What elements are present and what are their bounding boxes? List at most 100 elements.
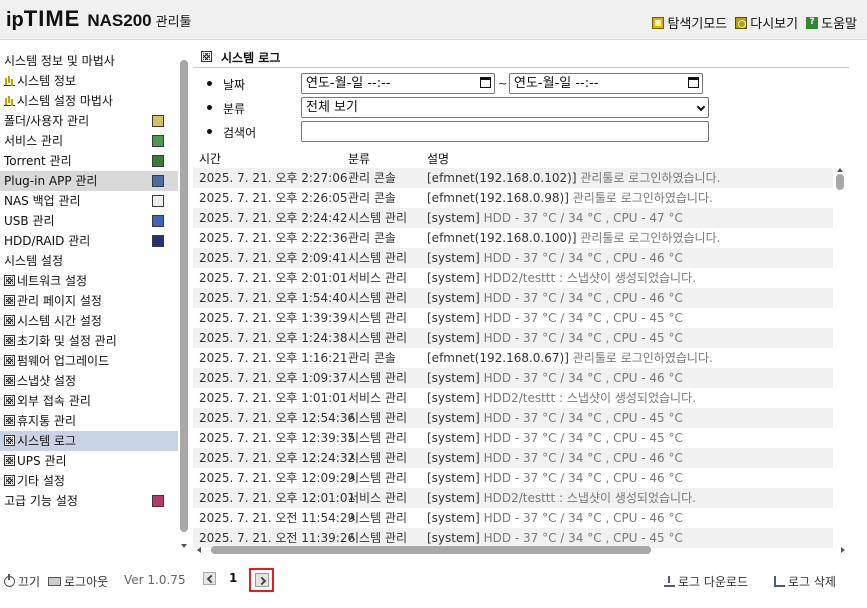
sidebar-item[interactable]: HDD/RAID 관리 <box>0 231 178 251</box>
log-source-tag: [system] <box>427 411 480 425</box>
log-vertical-scroll-thumb[interactable] <box>836 174 844 190</box>
sidebar-item[interactable]: USB 관리 <box>0 211 178 231</box>
log-message-text: HDD - 37 °C / 34 °C , CPU - 47 °C <box>479 211 683 225</box>
log-message-text: HDD - 37 °C / 34 °C , CPU - 46 °C <box>479 291 683 305</box>
log-time-cell: 2025. 7. 21. 오후 12:54:36 <box>199 411 356 425</box>
category-filter-row: 분류 전체 보기 <box>193 96 853 120</box>
log-description-cell: [efmnet(192.168.0.98)] 관리툴로 로그인하였습니다. <box>427 188 713 208</box>
category-select[interactable]: 전체 보기 <box>301 97 709 118</box>
sidebar-item[interactable]: 스냅샷 설정 <box>0 371 178 391</box>
sidebar-item[interactable]: Plug-in APP 관리 <box>0 171 178 191</box>
log-category-cell: 시스템 관리 <box>348 311 408 325</box>
log-source-tag: [system] <box>427 511 480 525</box>
log-category-cell: 서비스 관리 <box>348 491 408 505</box>
log-description-cell: [system] HDD - 37 °C / 34 °C , CPU - 46 … <box>427 248 683 268</box>
sidebar-scroll-down-icon[interactable] <box>181 544 187 548</box>
shutdown-button[interactable]: 끄기 <box>4 573 40 590</box>
log-horizontal-scroll-thumb[interactable] <box>211 546 651 554</box>
log-category-cell: 시스템 관리 <box>348 511 408 525</box>
refresh-label: 다시보기 <box>750 17 799 32</box>
log-description-cell: [efmnet(192.168.0.67)] 관리툴로 로그인하였습니다. <box>427 348 713 368</box>
log-source-tag: [system] <box>427 251 480 265</box>
sidebar-item[interactable]: 시스템 로그 <box>0 431 178 451</box>
sidebar-item[interactable]: 서비스 관리 <box>0 131 178 151</box>
table-row: 2025. 7. 21. 오후 12:09:29 시스템 관리 [system] H… <box>193 468 833 488</box>
logo-time: TIME <box>23 6 81 31</box>
log-time-cell: 2025. 7. 21. 오후 1:16:21 <box>199 351 348 365</box>
sidebar-item[interactable]: 시스템 설정 마법사 <box>0 91 178 111</box>
log-description-cell: [system] HDD2/testtt : 스냅샷이 생성되었습니다. <box>427 268 696 288</box>
scroll-right-icon[interactable] <box>841 547 845 553</box>
log-delete-button[interactable]: 로그 삭제 <box>774 573 836 590</box>
sidebar-scrollbar[interactable] <box>179 54 189 548</box>
sidebar-item[interactable]: 시스템 설정 <box>0 251 178 271</box>
log-source-tag: [system] <box>427 471 480 485</box>
log-source-tag: [efmnet(192.168.0.102)] <box>427 171 577 185</box>
sidebar-item-label: 펌웨어 업그레이드 <box>17 354 110 368</box>
sidebar: 시스템 정보 및 마법사 시스템 정보 시스템 설정 마법사 폴더/사용자 관리 서비스… <box>0 48 192 556</box>
log-message-text: HDD - 37 °C / 34 °C , CPU - 46 °C <box>479 451 683 465</box>
date-from-input[interactable]: 연도-월-일 --:-- <box>301 73 495 94</box>
grid-box-icon <box>4 335 15 346</box>
table-row: 2025. 7. 21. 오후 1:01:01 서비스 관리 [system] HD… <box>193 388 833 408</box>
calendar-icon[interactable] <box>688 77 699 88</box>
sidebar-item[interactable]: 외부 접속 관리 <box>0 391 178 411</box>
log-vertical-scrollbar[interactable] <box>834 168 846 546</box>
sidebar-item-label: 네트워크 설정 <box>17 274 88 288</box>
grid-box-icon <box>4 355 15 366</box>
explorer-mode-link[interactable]: 탐색기모드 <box>652 13 727 32</box>
date-to-input[interactable]: 연도-월-일 --:-- <box>509 73 703 94</box>
log-category-cell: 시스템 관리 <box>348 431 408 445</box>
sidebar-item-label: 고급 기능 설정 <box>4 494 78 508</box>
table-row: 2025. 7. 21. 오후 1:39:39 시스템 관리 [system] HD… <box>193 308 833 328</box>
col-category-header[interactable]: 분류 <box>348 150 370 167</box>
table-row: 2025. 7. 21. 오후 2:27:06 관리 콘솔 [efmnet(192.… <box>193 168 833 188</box>
scroll-up-icon[interactable] <box>837 168 843 172</box>
logout-button[interactable]: 로그아웃 <box>48 573 108 590</box>
sidebar-item[interactable]: NAS 백업 관리 <box>0 191 178 211</box>
sidebar-item[interactable]: 관리 페이지 설정 <box>0 291 178 311</box>
sidebar-item[interactable]: 고급 기능 설정 <box>0 491 178 511</box>
next-page-button[interactable] <box>249 568 274 592</box>
log-description-cell: [system] HDD - 37 °C / 34 °C , CPU - 46 … <box>427 448 683 468</box>
logout-icon <box>48 577 61 586</box>
scroll-left-icon[interactable] <box>197 547 201 553</box>
log-description-cell: [system] HDD2/testtt : 스냅샷이 생성되었습니다. <box>427 488 696 508</box>
sidebar-item[interactable]: 펌웨어 업그레이드 <box>0 351 178 371</box>
sidebar-item[interactable]: 초기화 및 설정 관리 <box>0 331 178 351</box>
sidebar-item[interactable]: 시스템 정보 및 마법사 <box>0 51 178 71</box>
log-download-button[interactable]: 로그 다운로드 <box>664 573 748 590</box>
log-source-tag: [system] <box>427 391 480 405</box>
log-message-text: 관리툴로 로그인하였습니다. <box>576 171 721 185</box>
chart-bars-icon <box>4 75 15 86</box>
sidebar-item[interactable]: 휴지통 관리 <box>0 411 178 431</box>
refresh-link[interactable]: 다시보기 <box>735 13 798 32</box>
date-label: 날짜 <box>223 78 246 92</box>
log-category-cell: 시스템 관리 <box>348 291 408 305</box>
grid-box-icon <box>4 475 15 486</box>
sidebar-item[interactable]: UPS 관리 <box>0 451 178 471</box>
sidebar-item[interactable]: 네트워크 설정 <box>0 271 178 291</box>
col-description-header[interactable]: 설명 <box>427 150 449 167</box>
current-page-number[interactable]: 1 <box>229 571 237 585</box>
shutdown-label: 끄기 <box>18 575 41 589</box>
log-time-cell: 2025. 7. 21. 오후 1:39:39 <box>199 311 348 325</box>
logo-ip: ip <box>6 9 24 31</box>
log-time-cell: 2025. 7. 21. 오후 2:22:36 <box>199 231 348 245</box>
sidebar-item[interactable]: 폴더/사용자 관리 <box>0 111 178 131</box>
sidebar-item[interactable]: Torrent 관리 <box>0 151 178 171</box>
sidebar-scroll-thumb[interactable] <box>180 60 188 532</box>
log-horizontal-scrollbar[interactable] <box>193 544 849 556</box>
log-source-tag: [system] <box>427 311 480 325</box>
sidebar-item[interactable]: 시스템 정보 <box>0 71 178 91</box>
log-message-text: HDD - 37 °C / 34 °C , CPU - 45 °C <box>479 311 683 325</box>
col-time-header[interactable]: 시간 <box>199 150 221 167</box>
help-label: 도움말 <box>821 17 857 32</box>
sidebar-item[interactable]: 시스템 시간 설정 <box>0 311 178 331</box>
help-link[interactable]: ? 도움말 <box>806 13 857 32</box>
sidebar-item[interactable]: 기타 설정 <box>0 471 178 491</box>
previous-page-button[interactable] <box>203 572 216 585</box>
calendar-icon[interactable] <box>480 77 491 88</box>
sidebar-item-label: 관리 페이지 설정 <box>17 294 102 308</box>
search-input[interactable] <box>301 121 709 142</box>
